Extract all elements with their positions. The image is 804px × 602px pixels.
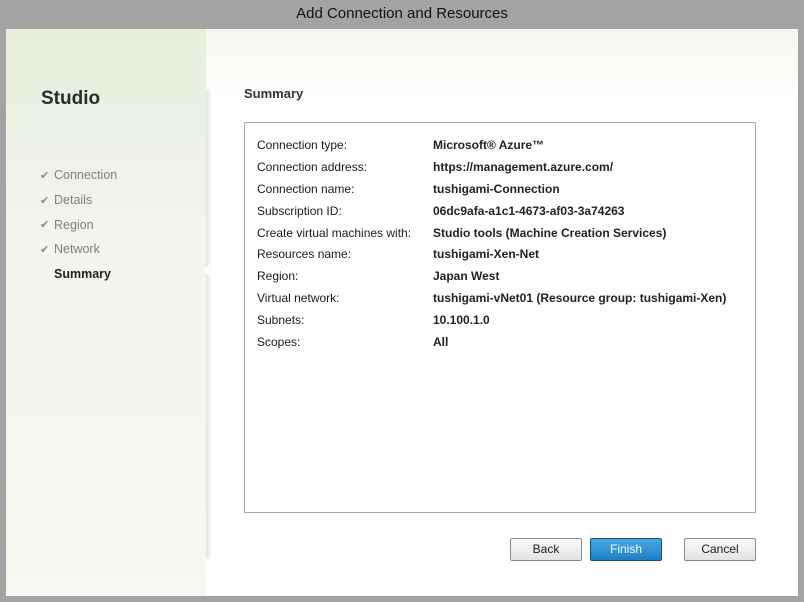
summary-row: Region: Japan West (257, 266, 499, 286)
row-value: tushigami-Xen-Net (433, 247, 540, 261)
summary-row: Create virtual machines with: Studio tool… (257, 223, 666, 243)
row-value: All (433, 335, 449, 349)
row-value: tushigami-vNet01 (Resource group: tushig… (433, 291, 727, 305)
summary-row: Virtual network: tushigami-vNet01 (Resour… (257, 288, 726, 308)
step-label: Summary (54, 267, 111, 282)
step-connection: ✔ Connection (40, 163, 117, 188)
row-value: https://management.azure.com/ (433, 160, 614, 174)
step-summary: Summary (40, 262, 117, 287)
summary-row: Connection address: https://management.az… (257, 157, 613, 177)
back-button[interactable]: Back (510, 538, 582, 561)
checkmark-icon: ✔ (40, 169, 50, 182)
row-value: 10.100.1.0 (433, 313, 490, 327)
checkmark-icon: ✔ (40, 194, 50, 207)
row-key: Resources name: (257, 247, 352, 261)
summary-row: Subscription ID: 06dc9afa-a1c1-4673-af03-… (257, 201, 624, 221)
summary-row: Scopes: All (257, 332, 448, 352)
studio-brand: Studio (41, 88, 101, 109)
row-key: Scopes: (257, 335, 301, 349)
summary-row: Subnets: 10.100.1.0 (257, 310, 490, 330)
checkmark-icon: ✔ (40, 243, 50, 256)
summary-row: Connection name: tushigami-Connection (257, 179, 560, 199)
step-label: Region (54, 217, 94, 232)
window-title: Add Connection and Resources (296, 5, 508, 22)
wizard-steps: ✔ Connection ✔ Details ✔ Region ✔ Networ… (40, 163, 117, 286)
row-key: Subscription ID: (257, 204, 342, 218)
step-network: ✔ Network (40, 237, 117, 262)
row-key: Connection type: (257, 138, 348, 152)
section-title: Summary (244, 86, 304, 101)
step-label: Details (54, 193, 93, 208)
summary-panel: Connection type: Microsoft® Azure™ Connec… (244, 122, 756, 513)
finish-button[interactable]: Finish (590, 538, 662, 561)
active-step-pointer-icon (203, 263, 210, 277)
cancel-button[interactable]: Cancel (684, 538, 756, 561)
row-key: Connection address: (257, 160, 368, 174)
row-key: Connection name: (257, 182, 355, 196)
step-details: ✔ Details (40, 188, 117, 213)
row-key: Create virtual machines with: (257, 226, 412, 240)
row-value: tushigami-Connection (433, 182, 560, 196)
sidebar-divider (206, 89, 212, 559)
step-label: Network (54, 242, 100, 257)
summary-row: Connection type: Microsoft® Azure™ (257, 135, 544, 155)
step-label: Connection (54, 168, 118, 183)
summary-row: Resources name: tushigami-Xen-Net (257, 244, 539, 264)
sidebar: Studio ✔ Connection ✔ Details ✔ Region ✔… (6, 29, 206, 596)
row-value: Studio tools (Machine Creation Services) (433, 226, 667, 240)
row-key: Virtual network: (257, 291, 340, 305)
row-key: Subnets: (257, 313, 305, 327)
checkmark-icon: ✔ (40, 219, 50, 232)
row-value: 06dc9afa-a1c1-4673-af03-3a74263 (433, 204, 625, 218)
row-key: Region: (257, 269, 299, 283)
step-region: ✔ Region (40, 212, 117, 237)
row-value: Microsoft® Azure™ (433, 138, 545, 152)
row-value: Japan West (433, 269, 500, 283)
wizard-frame: Studio ✔ Connection ✔ Details ✔ Region ✔… (6, 29, 798, 596)
